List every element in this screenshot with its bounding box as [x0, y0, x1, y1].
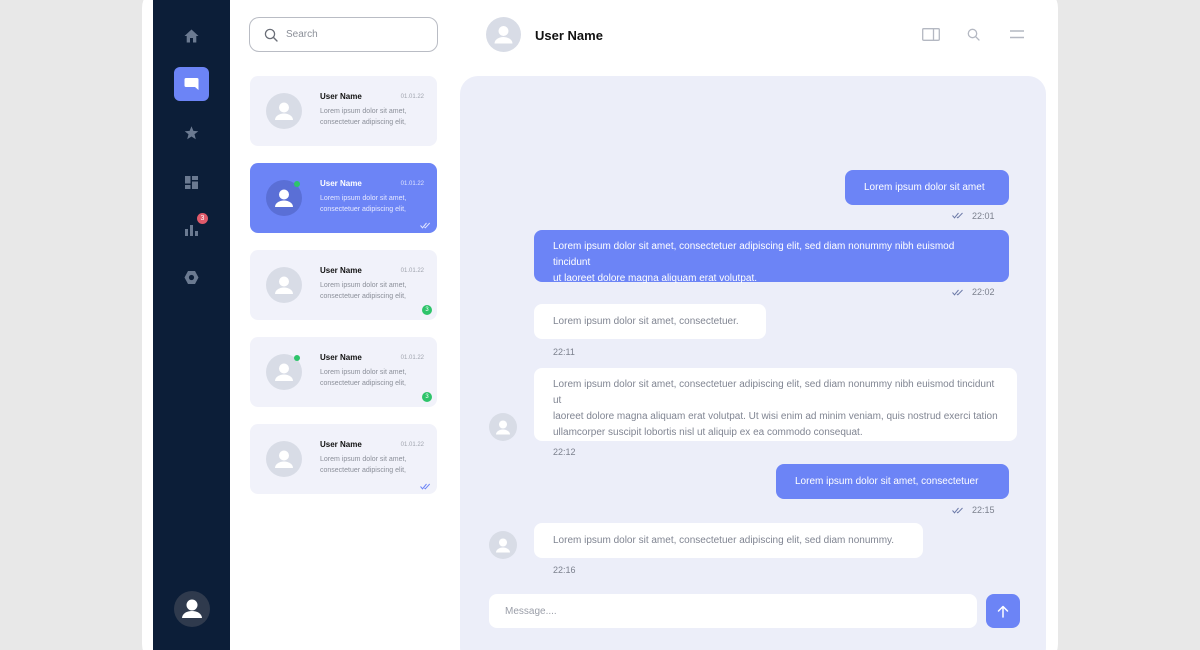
user-icon: [496, 420, 510, 435]
double-check-icon: [952, 507, 963, 514]
user-icon: [275, 276, 293, 294]
message-text-line: laoreet dolore magna aliquam erat volutp…: [553, 411, 998, 422]
message-bubble-outgoing: Lorem ipsum dolor sit amet, consectetuer: [776, 464, 1009, 499]
chat-contact-name: User Name: [535, 28, 603, 43]
conversation-item[interactable]: User Name 01.01.22 Lorem ipsum dolor sit…: [250, 163, 437, 233]
conversation-name: User Name: [320, 179, 362, 188]
user-icon: [182, 599, 202, 618]
message-bubble-outgoing: Lorem ipsum dolor sit amet, consectetuer…: [534, 230, 1009, 284]
conversation-date: 01.01.22: [400, 268, 424, 274]
double-check-icon: [420, 483, 431, 490]
conversation-date: 01.01.22: [400, 94, 424, 100]
avatar: [266, 93, 302, 129]
search-icon: [264, 28, 278, 42]
message-text-line: Lorem ipsum dolor sit amet, consectetuer…: [553, 241, 955, 268]
user-icon: [275, 102, 293, 120]
sidebar-toggle-icon[interactable]: [922, 28, 940, 41]
message-text-line: ut laoreet dolore magna aliquam erat vol…: [553, 273, 758, 284]
message-text: Lorem ipsum dolor sit amet: [864, 181, 985, 193]
sidebar-item-home[interactable]: [174, 19, 209, 53]
conversation-preview: Lorem ipsum dolor sit amet, consectetuer…: [320, 108, 407, 126]
online-indicator: [294, 355, 300, 361]
chat-bubble-icon: [184, 78, 199, 90]
conversation-date: 01.01.22: [400, 355, 424, 361]
message-text-line: Lorem ipsum dolor sit amet, consectetuer…: [553, 379, 995, 406]
message-bubble-incoming: Lorem ipsum dolor sit amet, consectetuer…: [534, 368, 1017, 441]
message-bubble-incoming: Lorem ipsum dolor sit amet, consectetuer…: [534, 304, 766, 339]
avatar: [266, 267, 302, 303]
message-time: 22:15: [972, 505, 995, 515]
online-indicator: [294, 181, 300, 187]
menu-icon[interactable]: [1010, 30, 1024, 39]
send-button[interactable]: [986, 594, 1020, 628]
sidebar-item-dashboard[interactable]: [174, 165, 209, 199]
search-icon[interactable]: [967, 28, 980, 41]
double-check-icon: [952, 289, 963, 296]
conversation-item[interactable]: User Name 01.01.22 Lorem ipsum dolor sit…: [250, 424, 437, 494]
user-icon: [494, 26, 513, 44]
message-time: 22:12: [553, 447, 576, 457]
sidebar-item-chat[interactable]: [174, 67, 209, 101]
sidebar-item-settings[interactable]: [174, 260, 209, 294]
conversation-item[interactable]: User Name 01.01.22 Lorem ipsum dolor sit…: [250, 76, 437, 146]
sidebar-item-favorites[interactable]: [174, 116, 209, 150]
star-icon: [184, 126, 199, 140]
notification-badge: 3: [197, 213, 208, 224]
conversation-date: 01.01.22: [400, 442, 424, 448]
message-time: 22:02: [972, 287, 995, 297]
dashboard-icon: [185, 175, 198, 189]
conversation-preview: Lorem ipsum dolor sit amet, consectetuer…: [320, 195, 407, 213]
user-icon: [496, 538, 510, 553]
conversation-preview: Lorem ipsum dolor sit amet, consectetuer…: [320, 369, 407, 387]
unread-count-badge: 3: [422, 305, 432, 315]
message-text: Lorem ipsum dolor sit amet, consectetuer…: [553, 534, 895, 546]
conversation-item[interactable]: User Name 01.01.22 Lorem ipsum dolor sit…: [250, 250, 437, 320]
message-text: Lorem ipsum dolor sit amet, consectetuer…: [553, 315, 739, 327]
message-time: 22:16: [553, 565, 576, 575]
sender-avatar: [489, 413, 517, 441]
chat-panel: [460, 76, 1046, 650]
conversation-date: 01.01.22: [400, 181, 424, 187]
arrow-up-icon: [997, 605, 1009, 618]
message-input[interactable]: [489, 594, 977, 628]
double-check-icon: [952, 212, 963, 219]
conversation-item[interactable]: User Name 01.01.22 Lorem ipsum dolor sit…: [250, 337, 437, 407]
conversation-preview: Lorem ipsum dolor sit amet, consectetuer…: [320, 282, 407, 300]
message-text-line: ullamcorper suscipit lobortis nisl ut al…: [553, 427, 863, 438]
conversation-name: User Name: [320, 266, 362, 275]
avatar: [266, 441, 302, 477]
message-time: 22:11: [553, 347, 575, 357]
conversation-preview: Lorem ipsum dolor sit amet, consectetuer…: [320, 456, 407, 474]
user-icon: [275, 450, 293, 468]
hexagon-icon: [184, 270, 199, 284]
conversation-name: User Name: [320, 353, 362, 362]
home-icon: [184, 29, 199, 43]
double-check-icon: [420, 222, 431, 229]
search-box[interactable]: [249, 17, 438, 52]
message-bubble-outgoing: Lorem ipsum dolor sit amet: [845, 170, 1009, 205]
conversation-name: User Name: [320, 440, 362, 449]
message-time: 22:01: [972, 211, 995, 221]
sender-avatar: [489, 531, 517, 559]
unread-count-badge: 3: [422, 392, 432, 402]
chat-contact-avatar[interactable]: [486, 17, 521, 52]
message-bubble-incoming: Lorem ipsum dolor sit amet, consectetuer…: [534, 523, 923, 558]
conversation-name: User Name: [320, 92, 362, 101]
search-input[interactable]: [286, 29, 426, 40]
message-text: Lorem ipsum dolor sit amet, consectetuer: [795, 475, 979, 487]
current-user-avatar[interactable]: [174, 591, 210, 627]
bar-chart-icon: [185, 224, 198, 236]
